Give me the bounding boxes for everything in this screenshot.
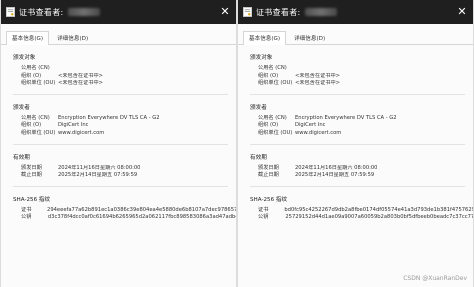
field-label: 组织单位 (OU) [21, 129, 56, 136]
field-label: 组织 (O) [258, 122, 279, 129]
issued-to-cn-row: 公用名 (CN) [13, 65, 236, 73]
certificate-app-icon [6, 7, 15, 17]
field-value: d3c378f4dcc0af0c61694b6265965d2a062117fb… [47, 214, 236, 221]
issued-by-cn-row: 公用名 (CN) Encryption Everywhere DV TLS CA… [13, 115, 236, 123]
general-content: 颁发对象 公用名 (CN) 组织 (O) <未包含在证书中> 组织单位 (OU)… [1, 53, 236, 222]
certificate-viewer-window-left: 证书查看者: ✕ 基本信息(G) 详细信息(D) 颁发对象 公用名 (CN) 组… [0, 0, 237, 287]
title-bar: 证书查看者: ✕ [238, 0, 473, 24]
tab-general[interactable]: 基本信息(G) [6, 31, 50, 45]
validity-heading: 有效期 [250, 154, 267, 161]
field-value: DigiCert Inc [58, 122, 89, 129]
close-button[interactable]: ✕ [216, 2, 234, 20]
divider [250, 185, 465, 187]
field-label: 组织单位 (OU) [21, 80, 56, 87]
pubkey-fingerprint-row: 公钥 d3c378f4dcc0af0c61694b6265965d2a06211… [13, 214, 236, 222]
tab-bar: 基本信息(G) 详细信息(D) [1, 28, 236, 45]
issued-by-cn-row: 公用名 (CN) Encryption Everywhere DV TLS CA… [250, 115, 473, 123]
field-value: www.digicert.com [295, 129, 342, 136]
certificate-app-icon [243, 7, 252, 17]
issued-by-ou-row: 组织单位 (OU) www.digicert.com [250, 130, 473, 138]
issued-to-heading: 颁发对象 [13, 55, 36, 61]
issued-by-o-row: 组织 (O) DigiCert Inc [250, 122, 473, 130]
tab-bar: 基本信息(G) 详细信息(D) [238, 28, 473, 45]
divider [13, 185, 228, 187]
issued-on-row: 颁发日期 2024年11月16日星期六 08:00:00 [13, 165, 236, 173]
redacted-domain [304, 8, 337, 16]
divider [250, 143, 465, 145]
expires-on-row: 截止日期 2025年2月14日星期五 07:59:59 [13, 172, 236, 180]
tab-general[interactable]: 基本信息(G) [243, 31, 287, 45]
field-value: 2024年11月16日星期六 08:00:00 [295, 164, 378, 171]
expires-on-row: 截止日期 2025年2月14日星期五 07:59:59 [250, 172, 473, 180]
divider [13, 143, 228, 145]
issued-to-cn-row: 公用名 (CN) [250, 65, 473, 73]
field-value: <未包含在证书中> [295, 72, 341, 79]
issued-by-heading: 颁发者 [250, 104, 267, 111]
field-label: 组织单位 (OU) [258, 129, 293, 136]
field-value: www.digicert.com [58, 129, 105, 136]
field-label: 截止日期 [258, 172, 279, 179]
issued-by-o-row: 组织 (O) DigiCert Inc [13, 122, 236, 130]
field-value: DigiCert Inc [295, 122, 326, 129]
cert-fingerprint-row: 证书 294eeefa77a62b891ec1a0386c39e804ea4e5… [13, 207, 236, 215]
field-label: 组织单位 (OU) [258, 80, 293, 87]
field-label: 公用名 (CN) [21, 65, 50, 71]
field-value: 294eeefa77a62b891ec1a0386c39e804ea4e5880… [47, 206, 236, 213]
field-value: 2025年2月14日星期五 07:59:59 [58, 172, 138, 179]
cert-fingerprint-row: 证书 bd0fc95c4252267d9db2a8fbe0174df05574e… [250, 207, 473, 215]
validity-heading: 有效期 [13, 154, 30, 161]
tab-details[interactable]: 详细信息(D) [288, 31, 331, 44]
field-value: Encryption Everywhere DV TLS CA - G2 [295, 114, 397, 121]
field-value: Encryption Everywhere DV TLS CA - G2 [58, 114, 160, 121]
issued-by-ou-row: 组织单位 (OU) www.digicert.com [13, 130, 236, 138]
field-value: 2024年11月16日星期六 08:00:00 [58, 164, 141, 171]
window-title: 证书查看者: [256, 7, 301, 17]
field-value: <未包含在证书中> [295, 80, 341, 87]
pubkey-fingerprint-row: 公钥 25729152d44d1ae09a9007a60059b2a803b0b… [250, 214, 473, 222]
divider [250, 93, 465, 95]
issued-to-ou-row: 组织单位 (OU) <未包含在证书中> [250, 80, 473, 88]
window-title: 证书查看者: [19, 7, 64, 17]
field-value: 2025年2月14日星期五 07:59:59 [295, 172, 375, 179]
close-button[interactable]: ✕ [453, 2, 471, 20]
field-label: 组织 (O) [21, 122, 42, 129]
issued-by-heading: 颁发者 [13, 104, 30, 111]
title-bar: 证书查看者: ✕ [1, 0, 236, 24]
issued-to-ou-row: 组织单位 (OU) <未包含在证书中> [13, 80, 236, 88]
field-value: <未包含在证书中> [58, 72, 104, 79]
general-content: 颁发对象 公用名 (CN) 组织 (O) <未包含在证书中> 组织单位 (OU)… [238, 53, 473, 222]
field-label: 公钥 [21, 214, 32, 221]
field-label: 公用名 (CN) [258, 65, 287, 71]
field-value: <未包含在证书中> [58, 80, 104, 87]
field-value: 25729152d44d1ae09a9007a60059b2a803b0bf5d… [285, 214, 473, 221]
certificate-viewer-window-right: 证书查看者: ✕ 基本信息(G) 详细信息(D) 颁发对象 公用名 (CN) 组… [237, 0, 474, 287]
watermark: CSDN @XuanRanDev [403, 275, 467, 282]
tab-details[interactable]: 详细信息(D) [51, 31, 94, 44]
redacted-domain [67, 8, 100, 16]
fingerprints-heading: SHA-256 指纹 [250, 196, 288, 203]
issued-on-row: 颁发日期 2024年11月16日星期六 08:00:00 [250, 165, 473, 173]
field-label: 公钥 [258, 214, 269, 221]
field-value: bd0fc95c4252267d9db2a8fbe0174df05574e41a… [284, 206, 473, 213]
fingerprints-heading: SHA-256 指纹 [13, 196, 51, 203]
divider [13, 93, 228, 95]
field-label: 截止日期 [21, 172, 42, 179]
issued-to-heading: 颁发对象 [250, 55, 273, 61]
